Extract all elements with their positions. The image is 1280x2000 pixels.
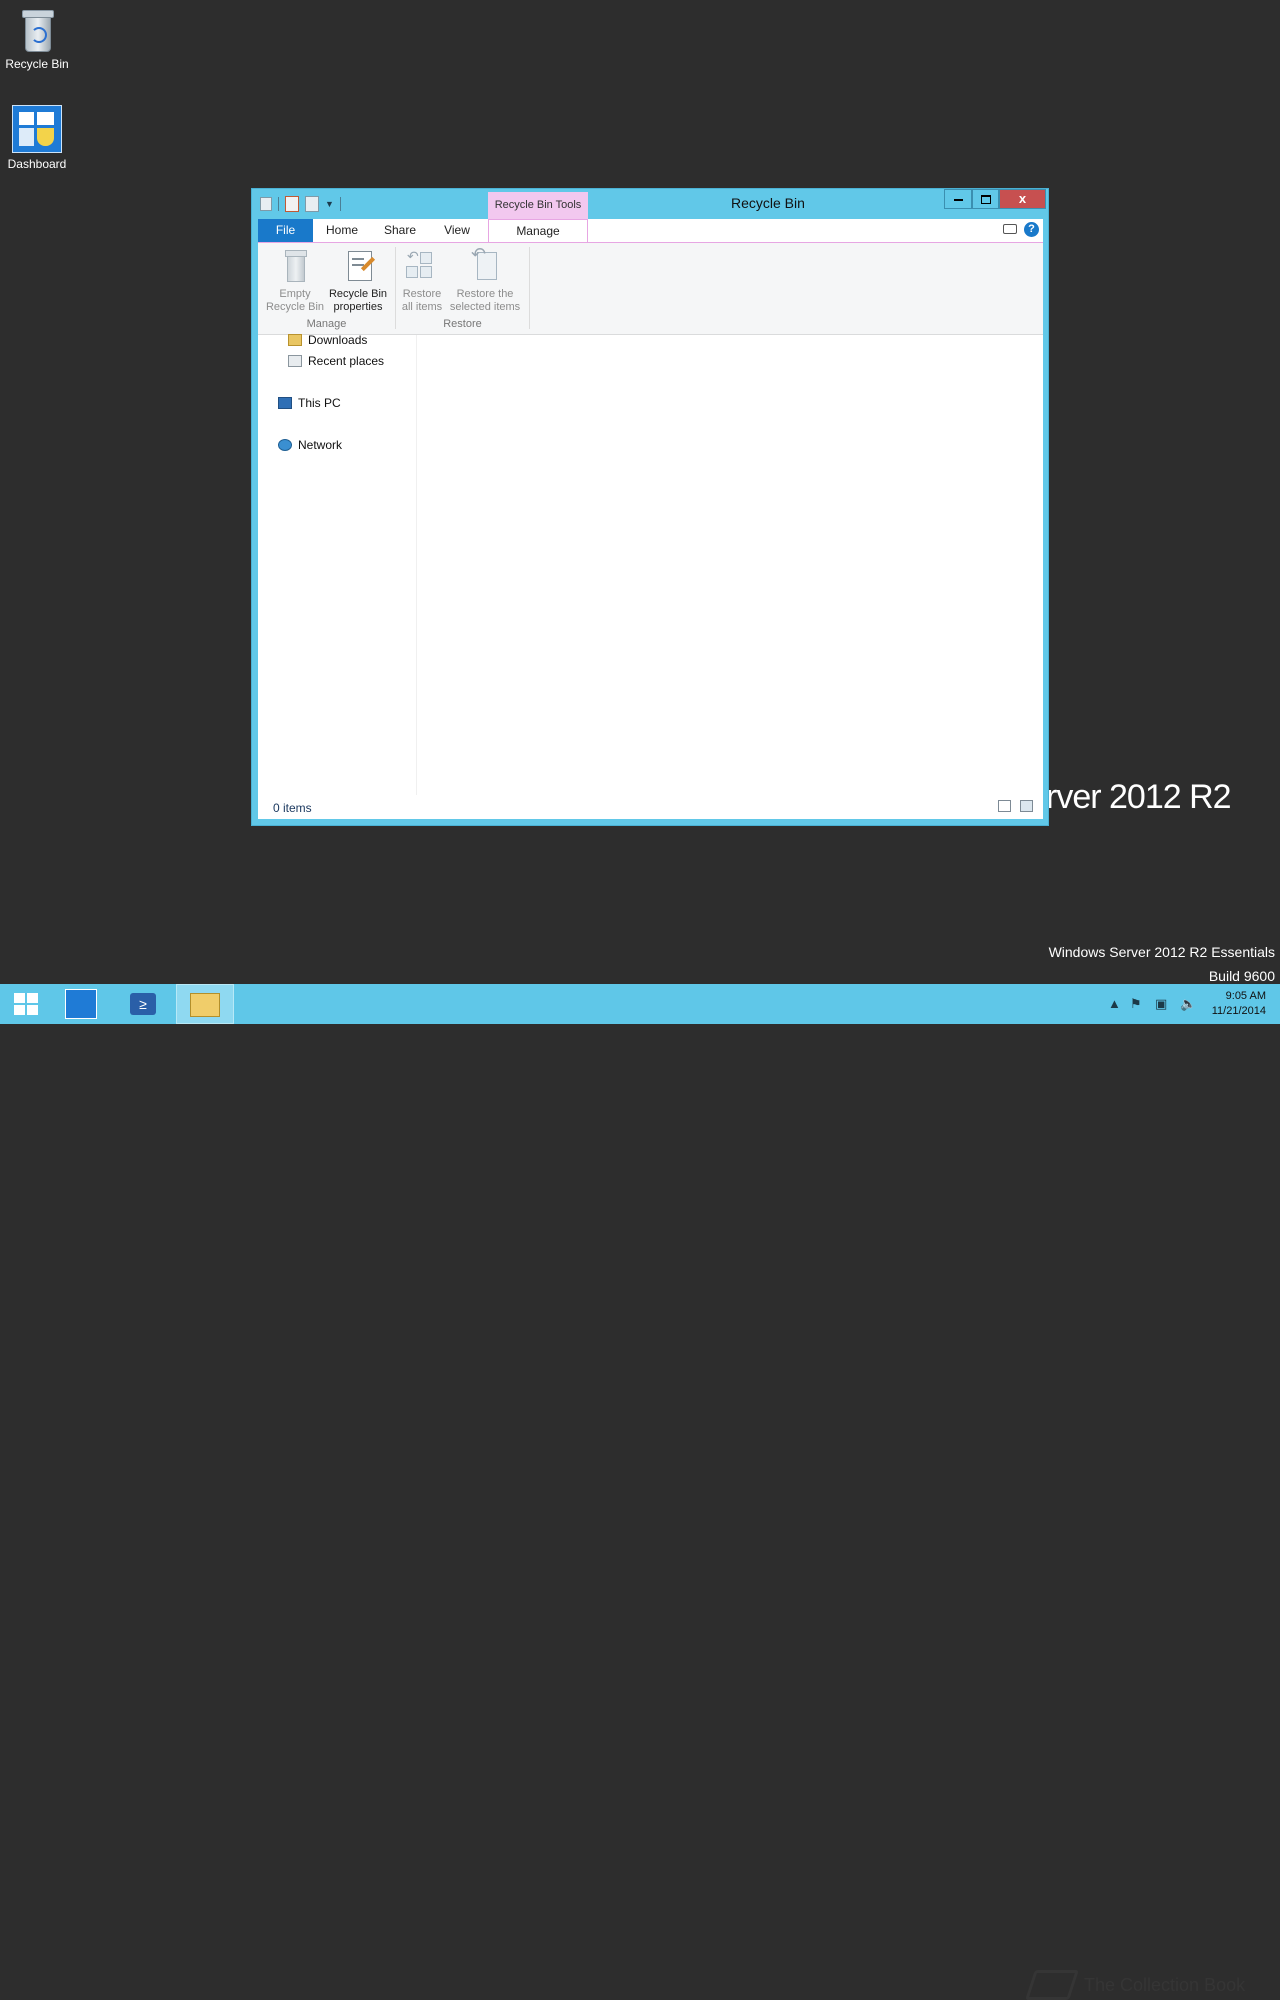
restore-all-label-2: all items (401, 301, 443, 313)
edition-name: Windows Server 2012 R2 Essentials (1048, 944, 1275, 960)
nav-item-recent-places[interactable]: Recent places (288, 354, 384, 368)
properties-label-1: Recycle Bin (328, 288, 388, 300)
navigation-pane[interactable]: Downloads Recent places This PC Network (258, 333, 417, 795)
recycle-bin-small-icon (260, 197, 272, 211)
nav-label: Recent places (308, 354, 385, 368)
windows-logo-icon (14, 993, 38, 1015)
file-explorer-icon (190, 993, 220, 1017)
empty-bin-label-2: Recycle Bin (265, 301, 325, 313)
edition-watermark: Windows Server 2012 R2 Essentials Build … (1049, 940, 1275, 988)
close-icon: x (1018, 191, 1027, 206)
window-title: Recycle Bin (731, 195, 805, 211)
recent-places-icon (288, 355, 302, 367)
nav-item-this-pc[interactable]: This PC (278, 396, 341, 410)
desktop-icon-dashboard[interactable]: Dashboard (2, 105, 72, 171)
watermark-text: The Collection Book (1084, 1974, 1246, 1995)
group-divider (395, 247, 396, 329)
manage-group-label: Manage (306, 318, 347, 330)
show-hidden-icons-icon[interactable]: ▲ (1108, 996, 1121, 1011)
restore-selected-label-2: selected items (449, 301, 521, 313)
dashboard-icon (12, 105, 62, 153)
maximize-button[interactable] (972, 189, 999, 209)
restore-all-items-button[interactable]: ↶ Restore all items (398, 248, 446, 314)
restore-all-icon: ↶ (406, 248, 438, 282)
tab-share[interactable]: Share (378, 219, 422, 242)
system-clock[interactable]: 9:05 AM 11/21/2014 (1212, 989, 1266, 1019)
desktop-icon-recycle-bin[interactable]: Recycle Bin (2, 7, 72, 71)
expand-ribbon-icon[interactable] (1003, 224, 1017, 234)
recycle-bin-properties-button[interactable]: Recycle Bin properties (326, 248, 390, 314)
minimize-button[interactable] (944, 189, 972, 209)
nav-item-network[interactable]: Network (278, 438, 342, 452)
nav-label: This PC (298, 396, 341, 410)
title-bar[interactable]: ▼ Recycle Bin Tools Recycle Bin x (252, 189, 1048, 219)
server-manager-icon (65, 989, 97, 1019)
explorer-content: Downloads Recent places This PC Network … (258, 333, 1043, 819)
nav-label: Network (298, 438, 343, 452)
details-view-icon[interactable] (998, 800, 1011, 812)
clock-time: 9:05 AM (1225, 990, 1266, 1002)
close-button[interactable]: x (999, 189, 1046, 209)
taskbar: ≥ The Collection Book ▲ ⚑ ▣ 🔈 9:05 AM 11… (0, 984, 1280, 2000)
contextual-tab-group: Recycle Bin Tools (488, 192, 588, 219)
minimize-icon (953, 198, 963, 201)
computer-icon (278, 397, 292, 409)
taskbar-powershell[interactable]: ≥ (114, 984, 172, 1024)
customize-toolbar-icon[interactable]: ▼ (325, 199, 334, 209)
empty-bin-label-1: Empty (279, 288, 311, 300)
empty-bin-icon (279, 248, 311, 282)
new-folder-icon[interactable] (305, 196, 319, 212)
quick-access-toolbar: ▼ (260, 196, 341, 212)
tab-file[interactable]: File (258, 219, 313, 242)
nav-label: Downloads (308, 333, 368, 347)
restore-all-label-1: Restore (402, 288, 442, 300)
desktop-brand-text: rver 2012 R2 (1046, 778, 1232, 816)
properties-icon (342, 248, 376, 282)
group-divider (529, 247, 530, 329)
large-icons-view-icon[interactable] (1020, 800, 1033, 812)
restore-selected-label-1: Restore the (456, 288, 514, 300)
help-icon[interactable]: ? (1024, 222, 1039, 237)
taskbar-server-manager[interactable] (52, 984, 110, 1024)
start-button[interactable] (0, 984, 58, 1024)
network-icon (278, 439, 292, 451)
status-bar: 0 items (258, 795, 1043, 819)
book-logo-icon (1025, 1970, 1079, 2000)
action-center-flag-icon[interactable]: ⚑ (1130, 996, 1142, 1012)
downloads-icon (288, 334, 302, 346)
properties-icon[interactable] (285, 196, 299, 212)
clock-date: 11/21/2014 (1211, 1005, 1266, 1017)
ribbon: Empty Recycle Bin Recycle Bin properties… (258, 243, 1043, 335)
desktop-icon-label: Recycle Bin (5, 57, 69, 71)
file-list-area[interactable] (417, 335, 1043, 795)
properties-label-2: properties (333, 301, 383, 313)
restore-selected-icon: ↶ (469, 245, 501, 282)
volume-icon[interactable]: 🔈 (1180, 996, 1196, 1012)
restore-selected-items-button[interactable]: ↶ Restore the selected items (448, 245, 522, 314)
ribbon-tabs: File Home Share View Manage ? (258, 219, 1043, 243)
network-status-icon[interactable]: ▣ (1155, 996, 1167, 1012)
desktop-icon-label: Dashboard (7, 157, 67, 171)
recycle-bin-icon (19, 7, 55, 53)
restore-group-label: Restore (443, 318, 482, 330)
powershell-icon: ≥ (130, 993, 156, 1015)
item-count: 0 items (273, 801, 312, 815)
explorer-window: ▼ Recycle Bin Tools Recycle Bin x File H… (251, 188, 1049, 826)
empty-recycle-bin-button[interactable]: Empty Recycle Bin (262, 248, 328, 314)
watermark: The Collection Book (1025, 1970, 1246, 2000)
taskbar-file-explorer[interactable] (176, 984, 234, 1024)
tab-home[interactable]: Home (321, 219, 363, 242)
tab-view[interactable]: View (436, 219, 478, 242)
maximize-icon (980, 195, 991, 205)
tab-manage[interactable]: Manage (488, 219, 588, 242)
nav-item-downloads[interactable]: Downloads (288, 333, 367, 347)
